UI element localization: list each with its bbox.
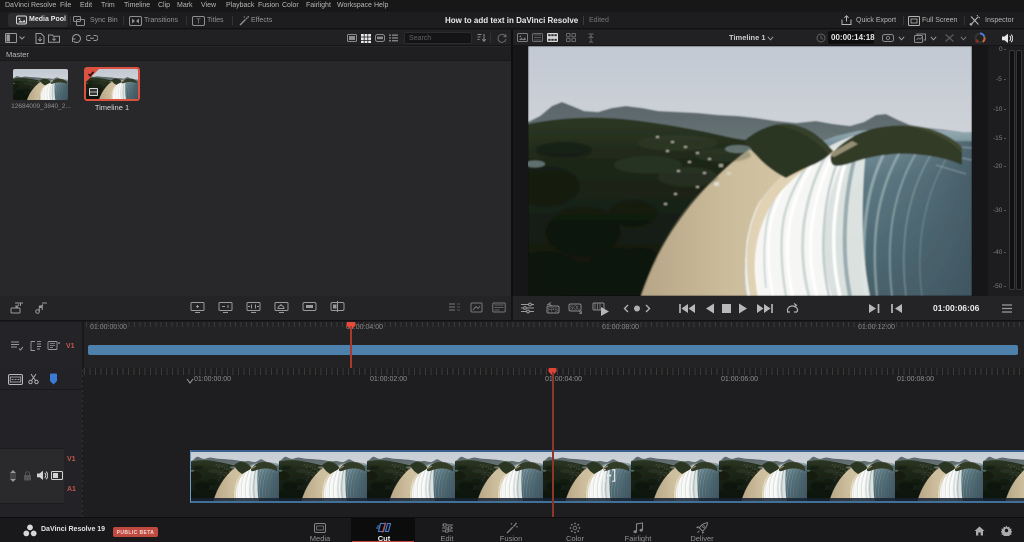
svg-text:FPS: FPS	[548, 308, 558, 314]
svg-text:SOL: SOL	[570, 306, 580, 312]
svg-text:T: T	[196, 19, 201, 26]
